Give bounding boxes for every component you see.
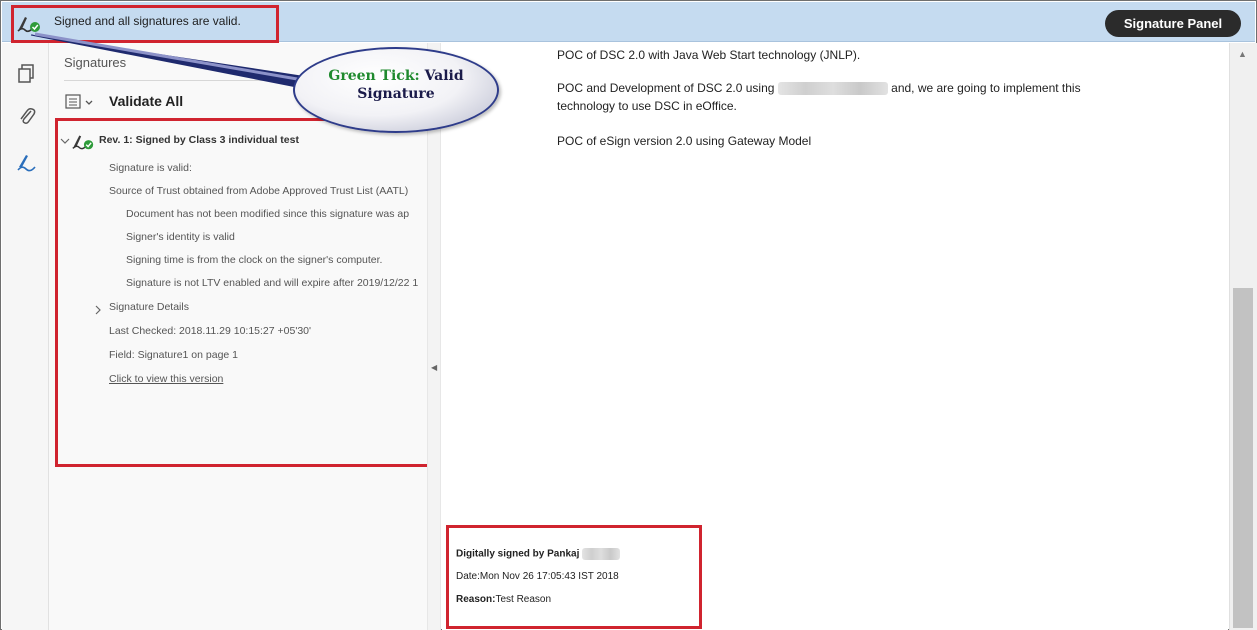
- scrollbar-thumb[interactable]: [1233, 288, 1253, 628]
- vertical-scrollbar[interactable]: ▲: [1229, 43, 1257, 630]
- document-line: POC of DSC 2.0 with Java Web Start techn…: [557, 48, 861, 62]
- signature-reason: Reason:Test Reason: [456, 594, 552, 605]
- scroll-up-icon[interactable]: ▲: [1238, 49, 1247, 59]
- acrobat-window: Signed and all signatures are valid. Sig…: [0, 0, 1257, 630]
- collapse-arrow-icon[interactable]: ◀: [431, 363, 437, 372]
- redacted-text: [777, 82, 888, 96]
- redacted-text: [582, 548, 621, 560]
- annotation-callout: Green Tick: Valid Signature: [293, 47, 499, 133]
- document-line: POC of eSign version 2.0 using Gateway M…: [557, 134, 812, 148]
- document-line: technology to use DSC in eOffice.: [557, 99, 737, 113]
- signature-icon[interactable]: [16, 151, 38, 173]
- document-paragraph: POC and Development of DSC 2.0 using and…: [557, 79, 1177, 115]
- signature-panel-button[interactable]: Signature Panel: [1105, 10, 1241, 37]
- signature-appearance[interactable]: Digitally signed by Pankaj Date:Mon Nov …: [446, 525, 702, 629]
- highlight-box: [55, 118, 430, 467]
- callout-text: Green Tick: Valid Signature: [328, 68, 464, 102]
- document-line: and, we are going to implement this: [891, 81, 1081, 95]
- signed-by-line: Digitally signed by Pankaj: [456, 548, 621, 560]
- signature-date: Date:Mon Nov 26 17:05:43 IST 2018: [456, 571, 619, 582]
- document-line: POC and Development of DSC 2.0 using: [557, 81, 775, 95]
